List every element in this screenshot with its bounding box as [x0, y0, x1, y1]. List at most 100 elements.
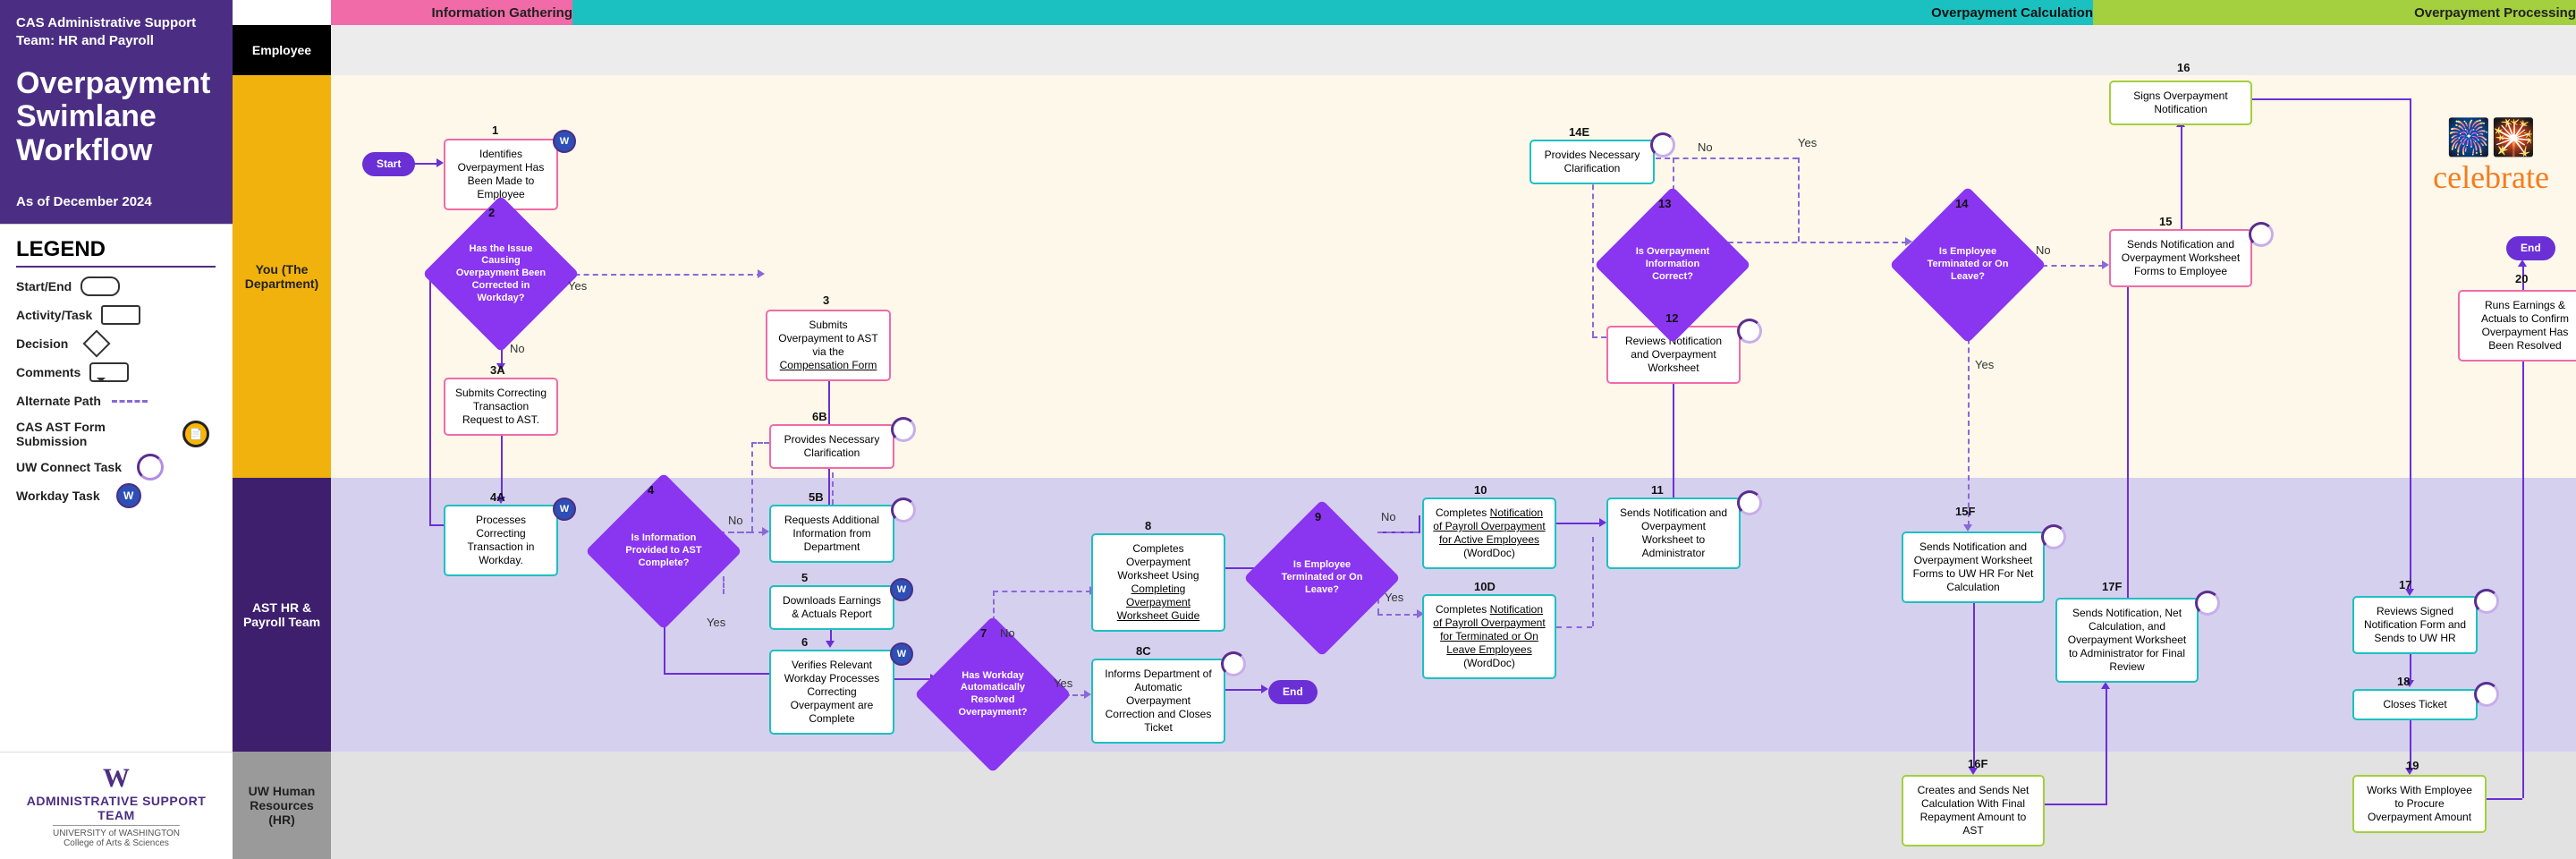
workday-icon: W — [553, 130, 576, 153]
num-16f: 16F — [1968, 757, 1987, 770]
uw-connect-icon — [891, 417, 916, 442]
label-no: No — [1698, 140, 1713, 154]
num-1: 1 — [492, 123, 498, 137]
step-16: Signs Overpayment Notification — [2109, 81, 2252, 125]
step-4: Is Information Provided to AST Complete? — [608, 496, 719, 607]
footer: W ADMINISTRATIVE SUPPORT TEAM UNIVERSITY… — [0, 752, 233, 859]
num-15: 15 — [2159, 215, 2172, 228]
uw-connect-icon — [1737, 319, 1762, 344]
num-10d: 10D — [1474, 580, 1496, 593]
step-15f: Sends Notification and Overpayment Works… — [1902, 532, 2045, 603]
num-20: 20 — [2515, 272, 2528, 285]
num-7: 7 — [980, 626, 987, 640]
phase-info-gathering: Information Gathering — [331, 0, 589, 25]
lane-bg-hr — [331, 752, 2576, 859]
comments-icon — [89, 362, 129, 382]
comp-form-link[interactable]: Compensation Form — [780, 359, 877, 371]
decision-icon — [83, 330, 111, 358]
num-3x: 3 — [823, 293, 829, 307]
lane-bg-employee — [331, 25, 2576, 75]
num-5b: 5B — [809, 490, 824, 504]
label-yes: Yes — [1975, 358, 1994, 371]
legend-comments: Comments — [16, 365, 80, 379]
header-box: CAS Administrative Support Team: HR and … — [0, 0, 233, 224]
step-5b: Requests Additional Information from Dep… — [769, 505, 894, 563]
step-14: Is Employee Terminated or On Leave? — [1912, 209, 2023, 320]
legend-casform: CAS AST Form Submission — [16, 420, 167, 448]
uw-connect-icon — [1650, 132, 1675, 157]
step-15: Sends Notification and Overpayment Works… — [2109, 229, 2252, 287]
header-date: As of December 2024 — [16, 194, 216, 209]
num-13: 13 — [1658, 197, 1671, 210]
num-4: 4 — [648, 483, 654, 497]
end-node-2: End — [2506, 236, 2555, 260]
task-icon — [101, 305, 140, 325]
label-no: No — [728, 514, 743, 527]
uw-connect-icon — [2195, 591, 2220, 616]
label-yes: Yes — [1054, 676, 1072, 690]
legend-startend: Start/End — [16, 279, 72, 293]
num-16: 16 — [2177, 61, 2190, 74]
num-17f: 17F — [2102, 580, 2122, 593]
step-10: Completes Notification of Payroll Overpa… — [1422, 498, 1556, 569]
canvas: Information Gathering Overpayment Calcul… — [233, 0, 2576, 859]
header-team: CAS Administrative Support Team: HR and … — [16, 14, 216, 49]
step-20: Runs Earnings & Actuals to Confirm Overp… — [2458, 290, 2576, 361]
legend-decision: Decision — [16, 336, 68, 351]
label-yes: Yes — [707, 616, 725, 629]
celebrate-graphic: 🎆🎇 celebrate — [2433, 116, 2549, 196]
num-11: 11 — [1651, 483, 1664, 497]
uw-connect-icon — [891, 498, 916, 523]
celebrate-text: celebrate — [2433, 158, 2549, 196]
fireworks-icon: 🎆🎇 — [2433, 116, 2549, 158]
lane-dept: You (The Department) — [233, 75, 331, 478]
legend-title: LEGEND — [16, 237, 216, 268]
num-3a: 3A — [490, 363, 505, 377]
phase-calc: Overpayment Calculation — [572, 0, 2109, 25]
step-2: Has the Issue Causing Overpayment Been C… — [445, 218, 556, 329]
altpath-icon — [112, 400, 148, 403]
step-16f: Creates and Sends Net Calculation With F… — [1902, 775, 2045, 846]
footer-big: ADMINISTRATIVE SUPPORT TEAM — [11, 794, 222, 822]
label-no: No — [510, 342, 525, 355]
step-14e: Provides Necessary Clarification — [1530, 140, 1655, 184]
step-17f: Sends Notification, Net Calculation, and… — [2055, 598, 2199, 683]
step-17: Reviews Signed Notification Form and Sen… — [2352, 596, 2478, 654]
step-3: Submits Overpayment to AST via the Compe… — [766, 310, 891, 381]
label-yes: Yes — [1385, 591, 1403, 604]
sidebar: CAS Administrative Support Team: HR and … — [0, 0, 233, 859]
uw-connect-icon — [2041, 524, 2066, 549]
cas-form-icon: 📄 — [182, 421, 209, 447]
label-no: No — [1000, 626, 1015, 640]
step-7: Has Workday Automatically Resolved Overp… — [937, 639, 1048, 750]
uw-connect-icon — [137, 454, 164, 481]
legend-workday: Workday Task — [16, 489, 100, 503]
uw-connect-icon — [1737, 490, 1762, 515]
end-node: End — [1268, 680, 1318, 704]
step-8: Completes Overpayment Worksheet Using Co… — [1091, 533, 1225, 632]
num-8: 8 — [1145, 519, 1151, 532]
uw-logo-icon: W — [11, 763, 222, 794]
step-19: Works With Employee to Procure Overpayme… — [2352, 775, 2487, 833]
phase-processing: Overpayment Processing — [2093, 0, 2576, 25]
num-10: 10 — [1474, 483, 1487, 497]
num-19: 19 — [2406, 759, 2419, 772]
uw-connect-icon — [2474, 589, 2499, 614]
uw-connect-icon — [2474, 682, 2499, 707]
step-6b: Provides Necessary Clarification — [769, 424, 894, 469]
step-8c: Informs Department of Automatic Overpaym… — [1091, 659, 1225, 744]
num-6: 6 — [801, 635, 808, 649]
workday-icon: W — [553, 498, 576, 521]
num-2: 2 — [488, 206, 495, 219]
label-no: No — [1381, 510, 1396, 523]
legend-task: Activity/Task — [16, 308, 92, 322]
step-9: Is Employee Terminated or On Leave? — [1267, 523, 1377, 634]
worksheet-guide-link[interactable]: Completing Overpayment Worksheet Guide — [1117, 583, 1200, 622]
lane-hr: UW Human Resources (HR) — [233, 752, 331, 859]
step-5: Downloads Earnings & Actuals Report — [769, 585, 894, 630]
legend-uwconnect: UW Connect Task — [16, 460, 122, 474]
step-3a: Submits Correcting Transaction Request t… — [444, 378, 558, 436]
workday-icon: W — [890, 578, 913, 601]
step-18: Closes Ticket — [2352, 689, 2478, 720]
footer-line3: College of Arts & Sciences — [11, 838, 222, 848]
